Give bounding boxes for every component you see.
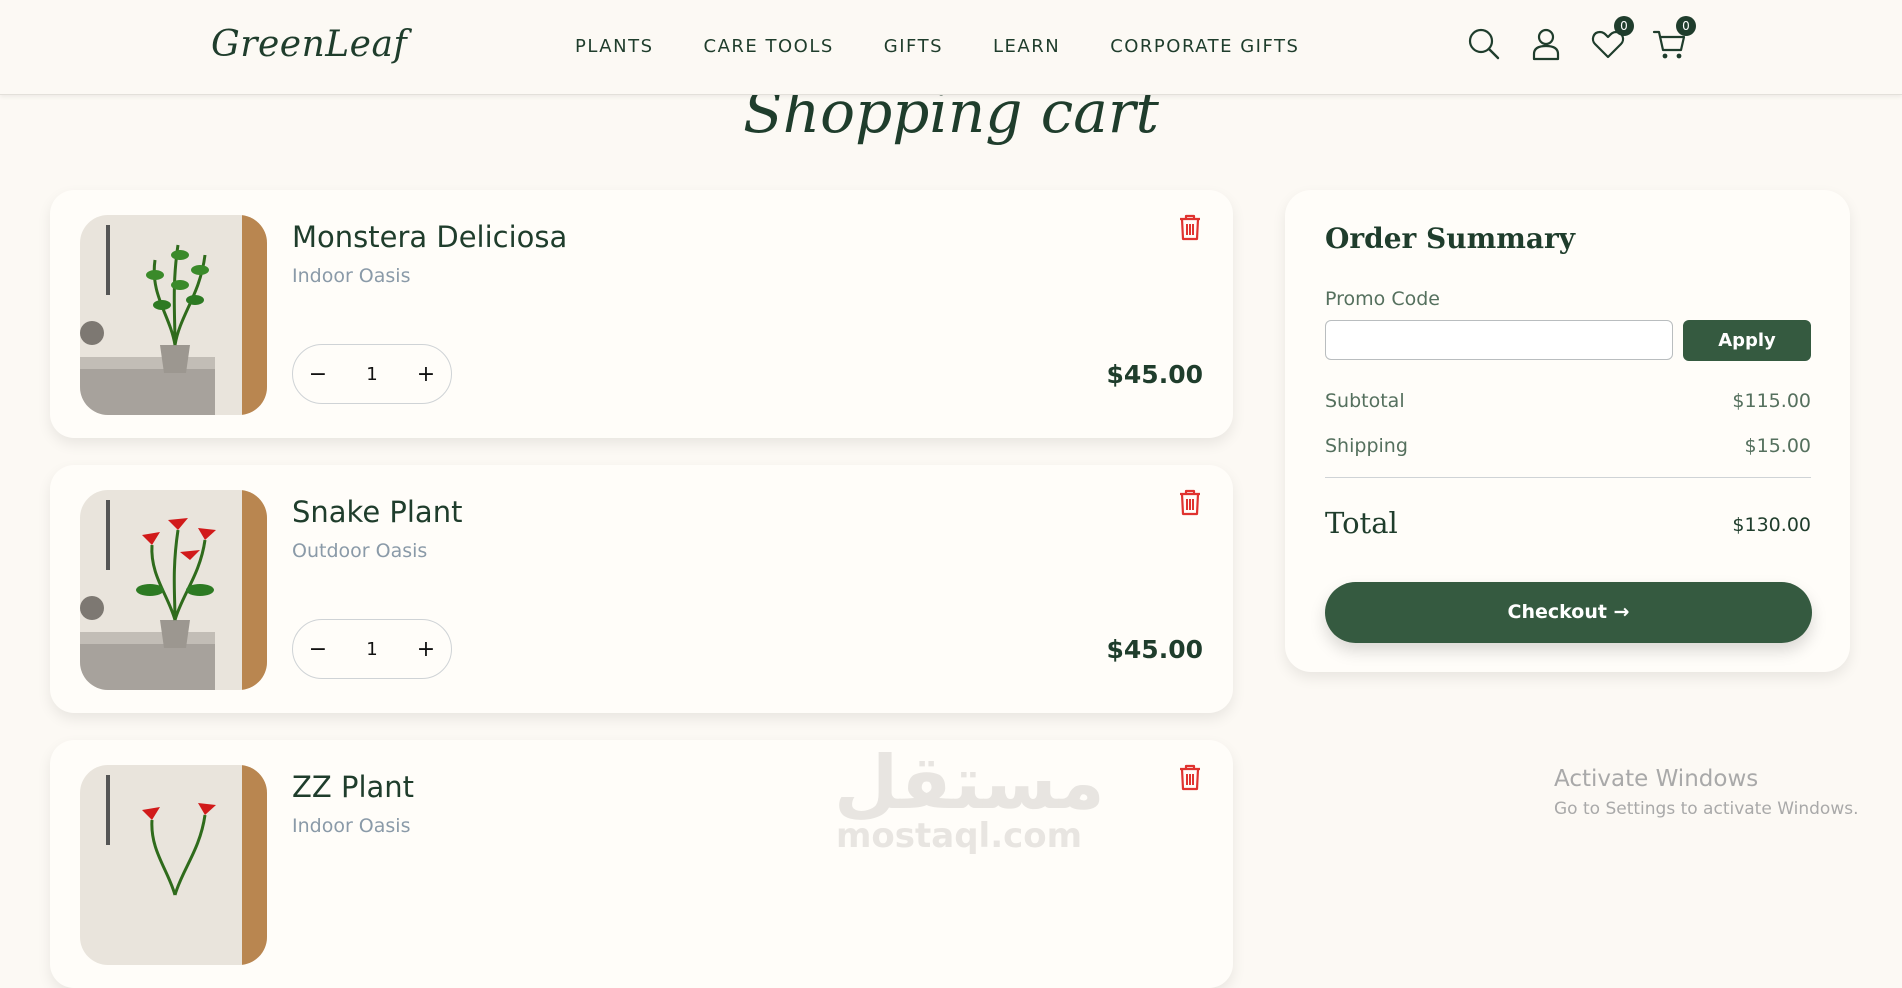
cart-icon[interactable]: 0 — [1652, 16, 1696, 62]
main-nav: PLANTS CARE TOOLS GIFTS LEARN CORPORATE … — [575, 36, 1349, 57]
product-name[interactable]: Snake Plant — [292, 495, 462, 529]
quantity-stepper: − 1 + — [292, 619, 452, 679]
order-summary: Order Summary Promo Code Apply Subtotal … — [1285, 190, 1850, 672]
user-icon[interactable] — [1528, 26, 1564, 62]
activate-windows-title: Activate Windows — [1554, 766, 1759, 792]
wishlist-count-badge: 0 — [1614, 16, 1634, 36]
promo-code-label: Promo Code — [1325, 288, 1440, 310]
subtotal-value: $115.00 — [1732, 390, 1811, 412]
trash-icon[interactable] — [1177, 213, 1203, 241]
order-summary-title: Order Summary — [1325, 222, 1576, 255]
trash-icon[interactable] — [1177, 488, 1203, 516]
product-image[interactable] — [80, 215, 267, 415]
product-category: Outdoor Oasis — [292, 540, 428, 562]
nav-corporate-gifts[interactable]: CORPORATE GIFTS — [1110, 36, 1299, 57]
product-name[interactable]: ZZ Plant — [292, 770, 414, 804]
promo-code-input[interactable] — [1325, 320, 1673, 360]
nav-gifts[interactable]: GIFTS — [884, 36, 943, 57]
product-category: Indoor Oasis — [292, 815, 411, 837]
nav-plants[interactable]: PLANTS — [575, 36, 654, 57]
trash-icon[interactable] — [1177, 763, 1203, 791]
subtotal-row: Subtotal $115.00 — [1325, 390, 1811, 412]
quantity-value: 1 — [366, 363, 378, 385]
shipping-row: Shipping $15.00 — [1325, 435, 1811, 457]
heart-icon[interactable]: 0 — [1590, 16, 1634, 62]
quantity-stepper: − 1 + — [292, 344, 452, 404]
product-name[interactable]: Monstera Deliciosa — [292, 220, 567, 254]
shipping-value: $15.00 — [1744, 435, 1811, 457]
product-category: Indoor Oasis — [292, 265, 411, 287]
site-logo[interactable]: GreenLeaf — [211, 24, 407, 65]
item-price: $45.00 — [1106, 635, 1203, 664]
increase-quantity-button[interactable]: + — [401, 637, 451, 662]
summary-divider — [1325, 477, 1811, 478]
product-image[interactable] — [80, 765, 267, 965]
total-value: $130.00 — [1732, 514, 1811, 536]
watermark-text: mostaql.com — [836, 816, 1083, 856]
header-actions: 0 0 — [1466, 16, 1714, 62]
search-icon[interactable] — [1466, 26, 1502, 62]
total-label: Total — [1325, 506, 1398, 540]
product-image[interactable] — [80, 490, 267, 690]
decrease-quantity-button[interactable]: − — [293, 362, 343, 387]
nav-learn[interactable]: LEARN — [993, 36, 1060, 57]
subtotal-label: Subtotal — [1325, 390, 1405, 412]
watermark-logo: مستقل — [834, 740, 1105, 826]
quantity-value: 1 — [366, 638, 378, 660]
decrease-quantity-button[interactable]: − — [293, 637, 343, 662]
activate-windows-subtitle: Go to Settings to activate Windows. — [1554, 799, 1859, 819]
apply-promo-button[interactable]: Apply — [1683, 320, 1811, 361]
shipping-label: Shipping — [1325, 435, 1408, 457]
increase-quantity-button[interactable]: + — [401, 362, 451, 387]
checkout-button[interactable]: Checkout → — [1325, 582, 1812, 643]
cart-item: Monstera Deliciosa Indoor Oasis − 1 + $4… — [50, 190, 1233, 438]
site-header: GreenLeaf PLANTS CARE TOOLS GIFTS LEARN … — [0, 0, 1902, 95]
nav-care-tools[interactable]: CARE TOOLS — [704, 36, 834, 57]
item-price: $45.00 — [1106, 360, 1203, 389]
cart-item: Snake Plant Outdoor Oasis − 1 + $45.00 — [50, 465, 1233, 713]
cart-count-badge: 0 — [1676, 16, 1696, 36]
